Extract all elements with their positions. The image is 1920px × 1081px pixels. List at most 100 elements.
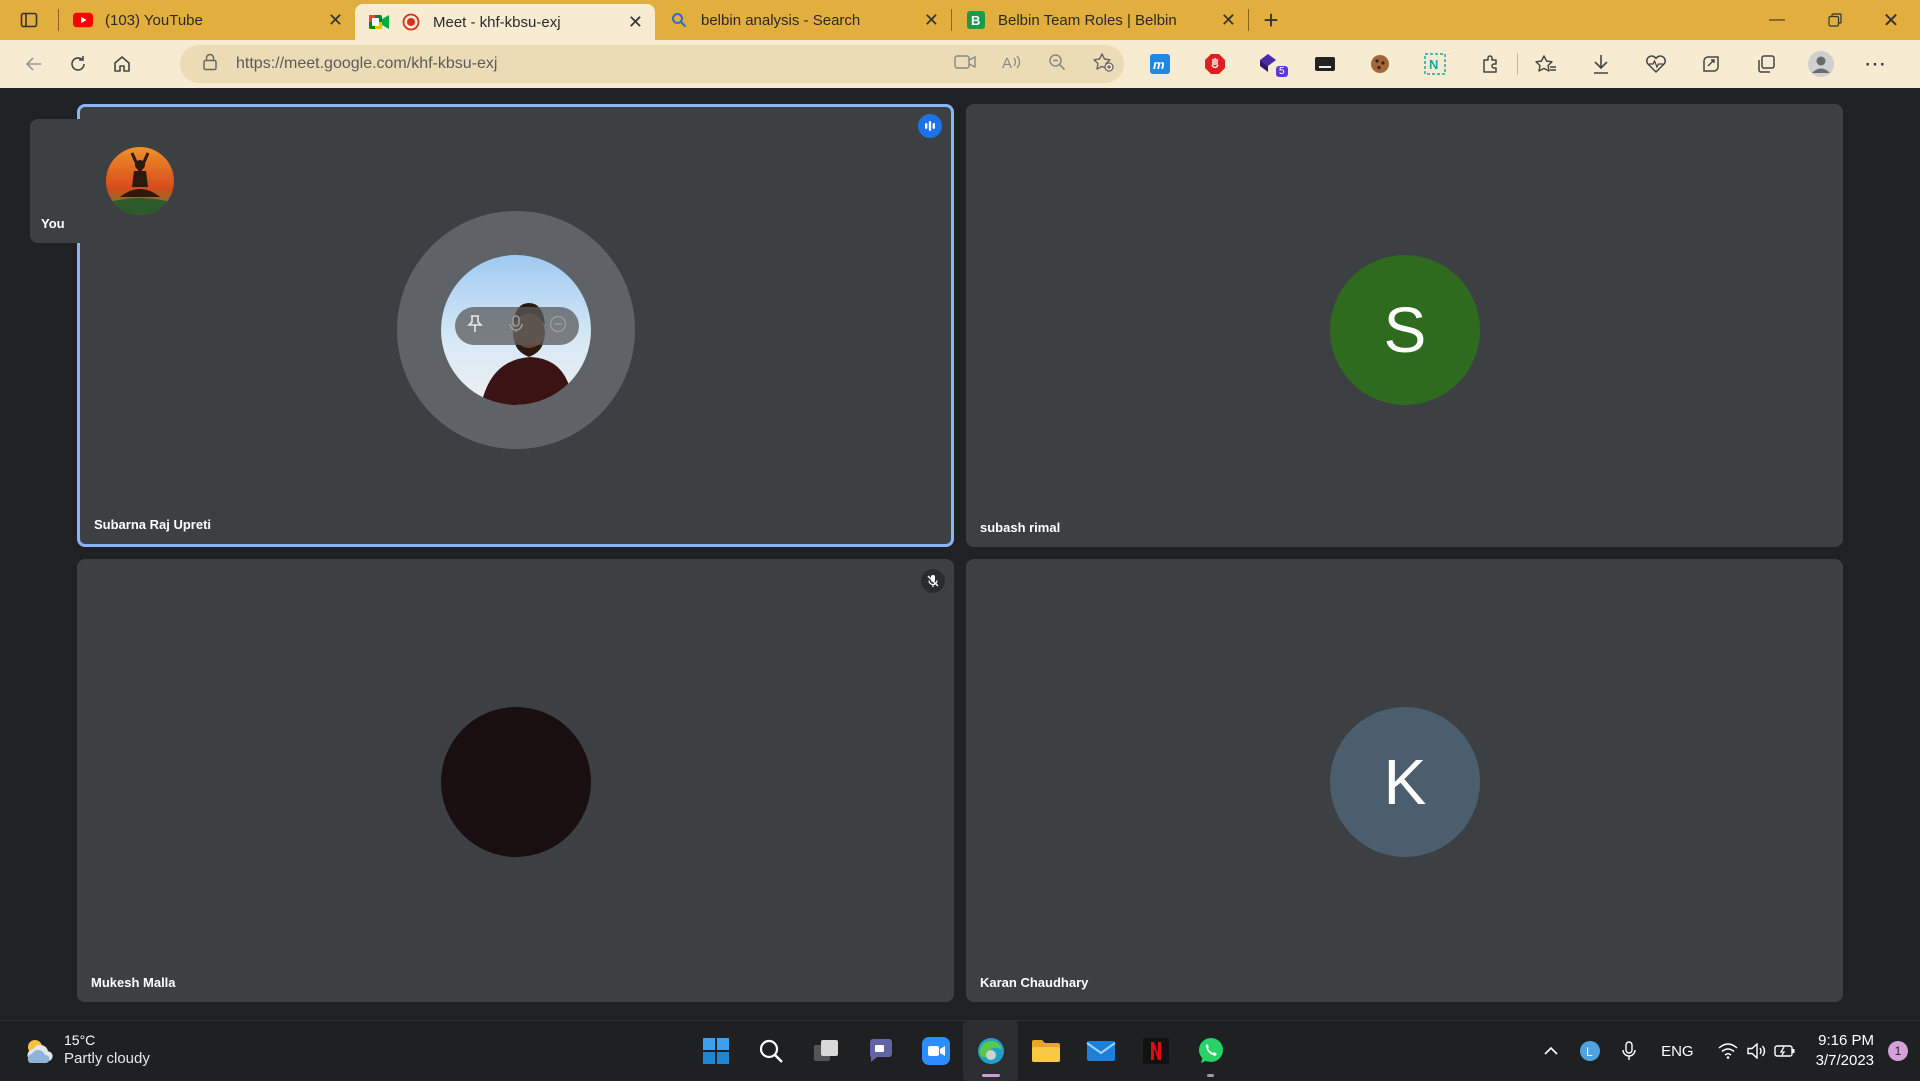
clock-button[interactable]: 9:16 PM 3/7/2023 xyxy=(1806,1031,1884,1071)
extensions-bar: m 5 N ⋯ xyxy=(1132,40,1903,88)
windows-logo-icon xyxy=(702,1038,729,1064)
home-icon xyxy=(114,56,130,72)
participant-name: subash rimal xyxy=(980,520,1061,535)
clock-time: 9:16 PM xyxy=(1818,1032,1874,1049)
participant-name: Karan Chaudhary xyxy=(980,975,1089,990)
n-extension-icon[interactable]: N xyxy=(1407,40,1462,88)
edge-browser-button[interactable] xyxy=(963,1021,1018,1081)
back-button[interactable] xyxy=(12,44,56,84)
show-hidden-icons-button[interactable] xyxy=(1533,1021,1569,1081)
svg-text:B: B xyxy=(971,13,980,28)
file-explorer-button[interactable] xyxy=(1018,1021,1073,1081)
google-meet-icon xyxy=(369,12,389,32)
battery-charging-icon xyxy=(1773,1045,1795,1057)
close-window-button[interactable]: ✕ xyxy=(1862,0,1920,40)
adblock-icon[interactable] xyxy=(1187,40,1242,88)
browser-toolbar: https://meet.google.com/khf-kbsu-exj A m… xyxy=(0,40,1920,88)
task-view-button[interactable] xyxy=(798,1021,853,1081)
participant-name: Subarna Raj Upreti xyxy=(94,517,212,532)
tab-belbin-roles[interactable]: B Belbin Team Roles | Belbin ✕ xyxy=(952,0,1248,40)
wifi-icon xyxy=(1718,1043,1738,1059)
cookie-icon[interactable] xyxy=(1352,40,1407,88)
collections-icon[interactable] xyxy=(1738,40,1793,88)
browser-essentials-icon[interactable] xyxy=(1628,40,1683,88)
new-tab-button[interactable]: + xyxy=(1249,0,1293,40)
mute-participant-icon[interactable] xyxy=(508,314,524,338)
netflix-icon xyxy=(1142,1038,1169,1064)
svg-text:A: A xyxy=(1002,55,1012,71)
microphone-tray-button[interactable] xyxy=(1611,1021,1647,1081)
favorites-icon[interactable] xyxy=(1518,40,1573,88)
notifications-button[interactable]: 1 xyxy=(1884,1021,1920,1081)
downloads-icon[interactable] xyxy=(1573,40,1628,88)
folder-icon xyxy=(1031,1040,1060,1062)
running-app-indicator xyxy=(1207,1074,1214,1077)
restore-window-button[interactable] xyxy=(1806,0,1864,40)
extensions-puzzle-icon[interactable] xyxy=(1462,40,1517,88)
avatar: S xyxy=(1330,255,1480,405)
profile-avatar[interactable] xyxy=(1793,40,1848,88)
address-bar[interactable]: https://meet.google.com/khf-kbsu-exj A xyxy=(180,45,1124,83)
zoom-icon[interactable] xyxy=(1048,53,1066,76)
close-tab-icon[interactable]: ✕ xyxy=(924,10,939,31)
mail-button[interactable] xyxy=(1073,1021,1128,1081)
mail-icon xyxy=(1085,1041,1116,1061)
weather-temperature: 15°C xyxy=(64,1032,96,1048)
remove-participant-icon[interactable] xyxy=(549,315,567,338)
teams-chat-icon xyxy=(869,1039,892,1062)
tab-actions-menu-button[interactable] xyxy=(0,0,58,40)
tab-belbin-search[interactable]: belbin analysis - Search ✕ xyxy=(655,0,951,40)
input-language-button[interactable]: ENG xyxy=(1647,1021,1708,1081)
weather-widget[interactable]: 15°C Partly cloudy xyxy=(22,1031,150,1069)
task-view-icon xyxy=(813,1040,838,1061)
active-app-indicator xyxy=(982,1074,1000,1077)
edge-icon xyxy=(977,1038,1004,1064)
performance-icon[interactable] xyxy=(1683,40,1738,88)
tab-label: Meet - khf-kbsu-exj xyxy=(433,13,561,31)
notification-count-badge: 1 xyxy=(1888,1041,1908,1061)
weather-description: Partly cloudy xyxy=(64,1050,150,1067)
system-tray: L ENG 9:16 PM 3/7/2023 1 xyxy=(1533,1021,1920,1081)
pin-icon[interactable] xyxy=(467,314,484,338)
close-tab-icon[interactable]: ✕ xyxy=(628,12,643,33)
close-tab-icon[interactable]: ✕ xyxy=(328,10,343,31)
read-aloud-icon[interactable]: A xyxy=(1002,53,1022,76)
avatar xyxy=(106,147,174,215)
keyboard-extension-icon[interactable] xyxy=(1297,40,1352,88)
participant-tile-mukesh[interactable]: Mukesh Malla xyxy=(77,559,954,1002)
add-favorite-icon[interactable] xyxy=(1092,52,1114,77)
language-tool-tray-button[interactable]: L xyxy=(1569,1021,1611,1081)
extension-badge-icon[interactable]: 5 xyxy=(1242,40,1297,88)
extension-m-icon[interactable]: m xyxy=(1132,40,1187,88)
lock-icon[interactable] xyxy=(202,53,218,76)
settings-more-button[interactable]: ⋯ xyxy=(1848,40,1903,88)
participant-tile-subash[interactable]: S subash rimal xyxy=(966,104,1843,547)
avatar xyxy=(441,707,591,857)
tab-meet[interactable]: Meet - khf-kbsu-exj ✕ xyxy=(355,4,655,40)
netflix-button[interactable] xyxy=(1128,1021,1183,1081)
start-button[interactable] xyxy=(688,1021,743,1081)
participant-tile-karan[interactable]: K Karan Chaudhary xyxy=(966,559,1843,1002)
self-view-tile[interactable]: You xyxy=(30,119,250,243)
minimize-window-button[interactable]: ― xyxy=(1748,0,1806,40)
search-icon xyxy=(669,10,689,30)
quick-settings-button[interactable] xyxy=(1708,1021,1806,1081)
clock-date: 3/7/2023 xyxy=(1815,1052,1874,1069)
tab-youtube[interactable]: (103) YouTube ✕ xyxy=(59,0,355,40)
whatsapp-button[interactable] xyxy=(1183,1021,1238,1081)
taskbar-apps xyxy=(688,1021,1238,1081)
volume-icon xyxy=(1746,1043,1765,1059)
url-text[interactable]: https://meet.google.com/khf-kbsu-exj xyxy=(236,55,497,73)
camera-in-use-icon[interactable] xyxy=(954,54,976,75)
close-tab-icon[interactable]: ✕ xyxy=(1221,10,1236,31)
refresh-button[interactable] xyxy=(56,44,100,84)
zoom-app-button[interactable] xyxy=(908,1021,963,1081)
teams-chat-button[interactable] xyxy=(853,1021,908,1081)
meet-stage: Subarna Raj Upreti S subash rimal Mukesh… xyxy=(0,88,1920,1020)
whatsapp-icon xyxy=(1198,1038,1223,1063)
partly-cloudy-icon xyxy=(27,1040,53,1063)
tray-app-icon: L xyxy=(1580,1041,1601,1061)
home-button[interactable] xyxy=(100,44,144,84)
self-label: You xyxy=(41,216,65,231)
search-button[interactable] xyxy=(743,1021,798,1081)
